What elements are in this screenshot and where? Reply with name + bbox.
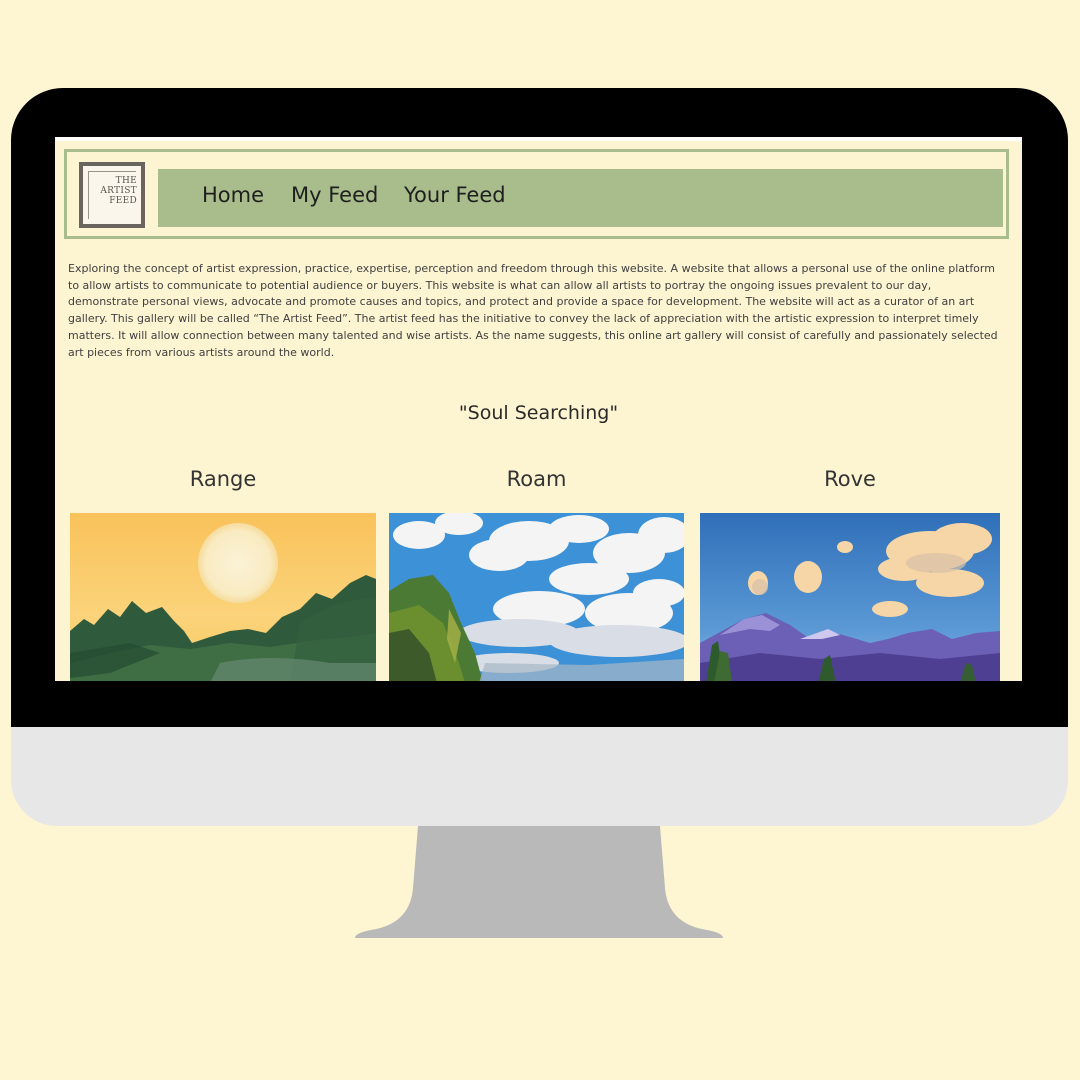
artwork-title-range: Range <box>189 467 257 491</box>
logo-line-3: FEED <box>109 196 137 206</box>
site-header: THE ARTIST FEED Home My Feed Your Feed <box>64 149 1009 239</box>
nav-your-feed-link[interactable]: Your Feed <box>404 183 506 207</box>
nav-my-feed-link[interactable]: My Feed <box>291 183 378 207</box>
screen-top-edge <box>55 137 1022 141</box>
artwork-title-rove: Rove <box>824 467 876 491</box>
gallery-title: "Soul Searching" <box>458 402 619 424</box>
artwork-range-image[interactable] <box>70 513 376 681</box>
logo-line-1: THE <box>115 176 137 186</box>
nav-bar: Home My Feed Your Feed <box>158 169 1003 227</box>
artwork-rove-image[interactable] <box>700 513 1000 681</box>
intro-paragraph: Exploring the concept of artist expressi… <box>68 262 998 359</box>
monitor-chin <box>11 727 1068 826</box>
nav-home-link[interactable]: Home <box>202 183 264 207</box>
logo-line-2: ARTIST <box>100 186 137 196</box>
site-logo[interactable]: THE ARTIST FEED <box>79 162 145 228</box>
artwork-roam-image[interactable] <box>389 513 684 681</box>
browser-screen: THE ARTIST FEED Home My Feed Your Feed E… <box>55 137 1022 681</box>
monitor-stand <box>355 826 723 938</box>
artwork-title-roam: Roam <box>506 467 567 491</box>
logo-text: THE ARTIST FEED <box>100 176 137 206</box>
